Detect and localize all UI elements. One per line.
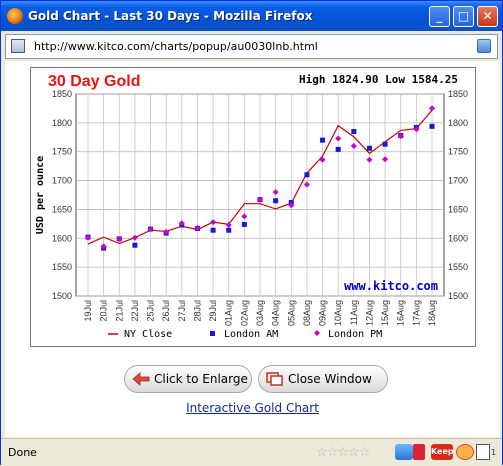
y-tick-label-right: 1750 xyxy=(448,147,468,157)
x-tick-label: 05Aug xyxy=(286,300,296,326)
close-window-button[interactable]: Close Window xyxy=(258,365,388,393)
x-tick-label: 21Jul xyxy=(114,300,124,322)
page-icon xyxy=(11,39,25,53)
minimize-button[interactable]: _ xyxy=(429,6,450,27)
point-london-am xyxy=(273,198,279,204)
x-tick-label: 09Aug xyxy=(318,300,328,326)
x-tick-label: 27Jul xyxy=(177,300,187,322)
y-tick-label-right: 1600 xyxy=(448,233,468,243)
chart-svg: 30 Day Gold High 1824.90 Low 1584.25 1500 1… xyxy=(30,67,476,347)
y-tick-label-right: 1700 xyxy=(448,176,468,186)
legend-label: London PM xyxy=(328,329,382,340)
point-london-am xyxy=(241,221,247,227)
title-bar[interactable]: Gold Chart - Last 30 Days - Mozilla Fire… xyxy=(1,1,502,31)
y-tick-label-right: 1500 xyxy=(448,291,468,301)
y-tick-label-left: 1600 xyxy=(52,233,72,243)
status-text: Done xyxy=(8,446,37,459)
legend-swatch-london-am xyxy=(210,331,215,336)
point-london-am xyxy=(304,172,310,178)
x-tick-label: 02Aug xyxy=(239,300,249,326)
interactive-gold-chart-link[interactable]: Interactive Gold Chart xyxy=(5,401,500,415)
y-tick-label-left: 1650 xyxy=(52,204,72,214)
point-london-am xyxy=(132,242,138,248)
point-london-am xyxy=(210,227,216,233)
notification-count: 1 xyxy=(491,448,497,457)
x-tick-label: 20Jul xyxy=(99,300,109,322)
page-content: 30 Day Gold High 1824.90 Low 1584.25 1500 1… xyxy=(5,61,500,437)
x-tick-label: 08Aug xyxy=(302,300,312,326)
window-title: Gold Chart - Last 30 Days - Mozilla Fire… xyxy=(28,9,313,23)
y-tick-label-left: 1850 xyxy=(52,89,72,99)
close-button[interactable]: ✕ xyxy=(477,6,498,27)
y-axis-label: USD per ounce xyxy=(35,156,46,234)
url-text[interactable]: http://www.kitco.com/charts/popup/au0030… xyxy=(34,40,318,53)
close-window-icon xyxy=(266,372,283,386)
enlarge-button-label: Click to Enlarge xyxy=(154,372,248,386)
point-london-am xyxy=(351,129,357,135)
x-tick-label: 18Aug xyxy=(427,300,437,326)
legend-label: London AM xyxy=(224,329,278,340)
x-tick-label: 01Aug xyxy=(224,300,234,326)
x-tick-label: 22Jul xyxy=(130,300,140,322)
point-london-am xyxy=(226,227,232,233)
chart-title: 30 Day Gold xyxy=(48,73,140,90)
y-tick-label-right: 1650 xyxy=(448,204,468,214)
firefox-icon xyxy=(7,8,23,24)
maximize-button[interactable]: □ xyxy=(453,6,474,27)
point-london-am xyxy=(320,137,326,143)
x-tick-label: 10Aug xyxy=(333,300,343,326)
x-tick-label: 17Aug xyxy=(411,300,421,326)
keep-icon[interactable]: Keep xyxy=(431,444,454,460)
point-london-am xyxy=(382,141,388,147)
y-tick-label-left: 1800 xyxy=(52,118,72,128)
x-tick-label: 15Aug xyxy=(380,300,390,326)
chart-high-low: High 1824.90 Low 1584.25 xyxy=(299,73,458,86)
addon-icon[interactable] xyxy=(456,444,474,460)
x-tick-label: 29Jul xyxy=(208,300,218,322)
close-window-label: Close Window xyxy=(288,372,372,386)
y-tick-label-right: 1550 xyxy=(448,262,468,272)
enlarge-button[interactable]: Click to Enlarge xyxy=(124,365,252,393)
x-tick-label: 04Aug xyxy=(271,300,281,326)
address-bar[interactable]: http://www.kitco.com/charts/popup/au0030… xyxy=(5,34,498,59)
x-tick-label: 11Aug xyxy=(349,300,359,325)
point-london-am xyxy=(335,146,341,152)
x-tick-label: 19Jul xyxy=(83,300,93,322)
y-tick-label-right: 1800 xyxy=(448,118,468,128)
point-london-am xyxy=(366,145,372,151)
y-tick-label-left: 1550 xyxy=(52,262,72,272)
y-tick-label-right: 1850 xyxy=(448,89,468,99)
rating-stars-icon[interactable]: ☆☆☆☆☆ xyxy=(316,445,370,460)
mail-icon[interactable] xyxy=(476,444,490,460)
y-tick-label-left: 1500 xyxy=(52,291,72,301)
x-tick-label: 12Aug xyxy=(364,300,374,326)
point-london-am xyxy=(429,123,435,129)
legend-label: NY Close xyxy=(124,329,172,340)
browser-window: Gold Chart - Last 30 Days - Mozilla Fire… xyxy=(0,0,503,466)
x-tick-label: 28Jul xyxy=(192,300,202,322)
go-icon[interactable] xyxy=(477,39,491,53)
y-tick-label-left: 1750 xyxy=(52,147,72,157)
x-tick-label: 03Aug xyxy=(255,300,265,326)
y-tick-label-left: 1700 xyxy=(52,176,72,186)
gold-chart[interactable]: 30 Day Gold High 1824.90 Low 1584.25 1500 1… xyxy=(30,67,476,347)
translate-icon[interactable] xyxy=(395,444,413,460)
watermark-text: www.kitco.com xyxy=(344,279,438,293)
bookmark-icon[interactable] xyxy=(413,444,425,460)
status-bar: Done ☆☆☆☆☆ Keep 1 xyxy=(1,438,502,466)
enlarge-arrow-icon xyxy=(132,372,150,386)
x-tick-label: 26Jul xyxy=(161,300,171,322)
x-tick-label: 16Aug xyxy=(396,300,406,326)
x-tick-label: 25Jul xyxy=(146,300,156,322)
